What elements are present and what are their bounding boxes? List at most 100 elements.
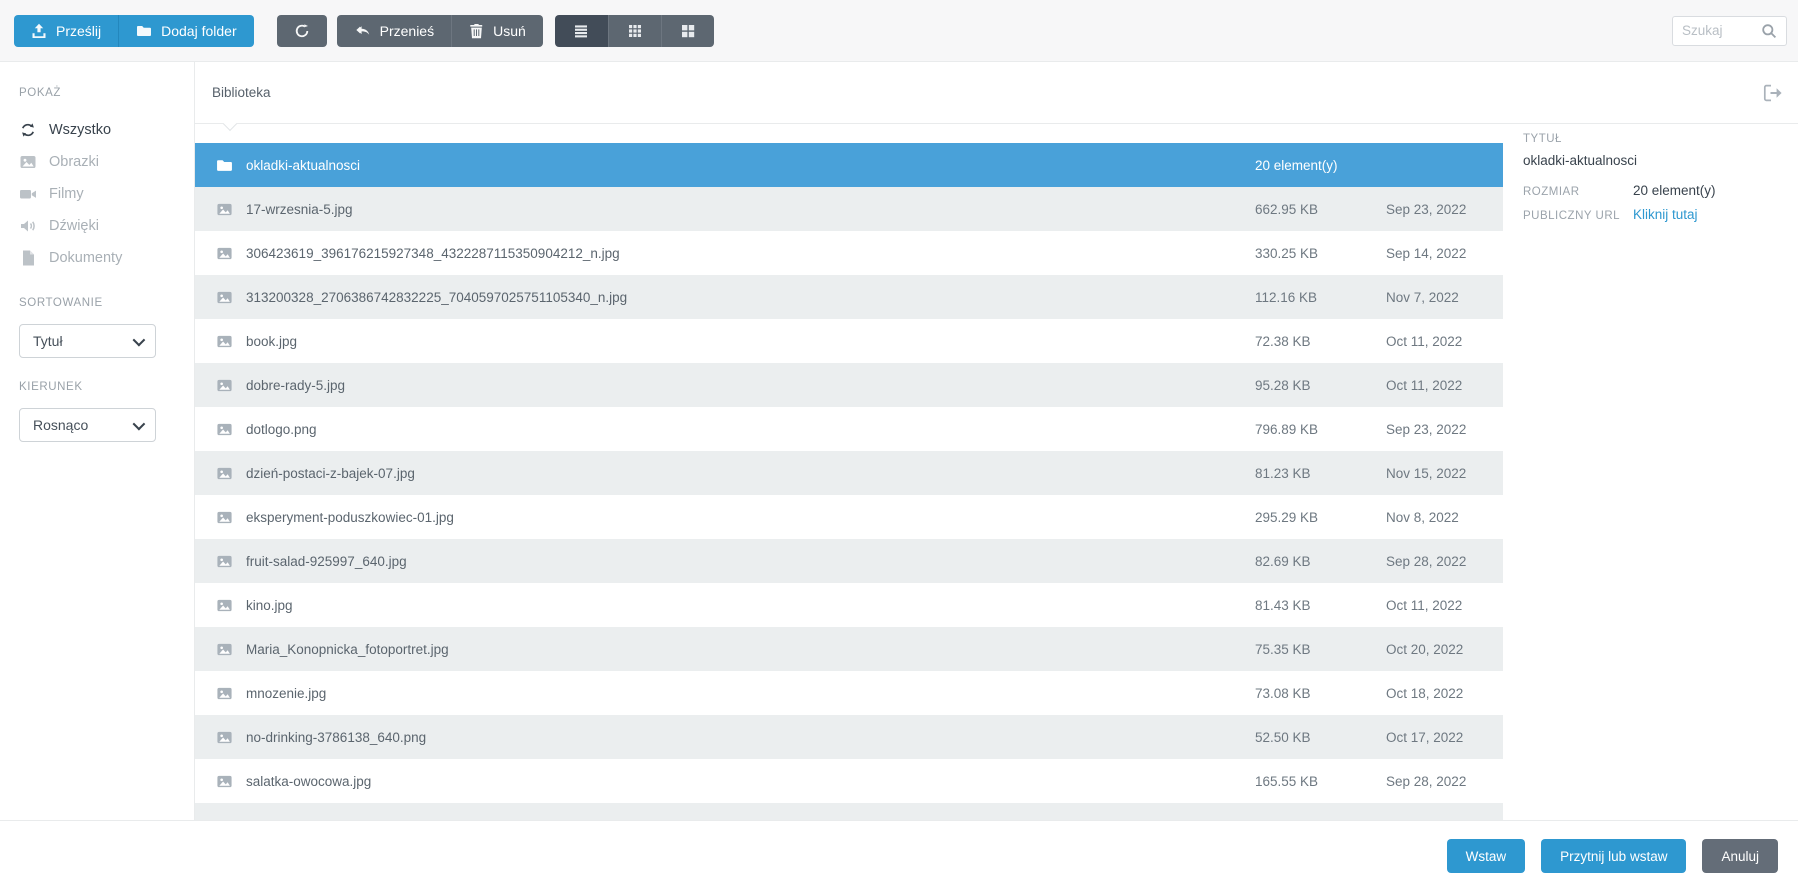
search-icon[interactable] bbox=[1761, 23, 1777, 39]
delete-button-label: Usuń bbox=[493, 23, 526, 39]
folder-icon bbox=[136, 23, 152, 39]
move-icon bbox=[354, 23, 371, 39]
refresh-button[interactable] bbox=[277, 15, 327, 47]
move-button-label: Przenieś bbox=[380, 23, 434, 39]
image-icon bbox=[216, 641, 233, 658]
sidebar-item-all[interactable]: Wszystko bbox=[19, 114, 194, 146]
file-date: Oct 18, 2022 bbox=[1386, 686, 1503, 701]
file-size: 82.69 KB bbox=[1255, 554, 1386, 569]
image-icon bbox=[216, 465, 233, 482]
sort-select-value: Tytuł bbox=[33, 333, 63, 349]
image-icon bbox=[216, 377, 233, 394]
file-row[interactable]: dotlogo.png 796.89 KB Sep 23, 2022 bbox=[195, 407, 1503, 451]
list-view-toggle[interactable] bbox=[555, 15, 608, 47]
direction-select[interactable]: Rosnąco bbox=[19, 408, 156, 442]
delete-button[interactable]: Usuń bbox=[451, 15, 543, 47]
file-name: dobre-rady-5.jpg bbox=[246, 378, 1255, 393]
footer: Wstaw Przytnij lub wstaw Anuluj bbox=[0, 820, 1798, 891]
file-name: dotlogo.png bbox=[246, 422, 1255, 437]
file-date: Oct 11, 2022 bbox=[1386, 334, 1503, 349]
file-row[interactable]: Maria_Konopnicka_fotoportret.jpg 75.35 K… bbox=[195, 627, 1503, 671]
file-size: 112.16 KB bbox=[1255, 290, 1386, 305]
sidebar-item-audio[interactable]: Dźwięki bbox=[19, 210, 194, 242]
file-name: 306423619_396176215927348_43222871153509… bbox=[246, 246, 1255, 261]
file-row[interactable]: no-drinking-3786138_640.png 52.50 KB Oct… bbox=[195, 715, 1503, 759]
sort-heading: SORTOWANIE bbox=[19, 297, 194, 309]
cancel-button[interactable]: Anuluj bbox=[1702, 839, 1778, 873]
move-button[interactable]: Przenieś bbox=[337, 15, 451, 47]
grid-large-view-toggle[interactable] bbox=[661, 15, 714, 47]
sidebar-item-videos[interactable]: Filmy bbox=[19, 178, 194, 210]
main-panel: Biblioteka okladki-aktualnosci 20 elemen… bbox=[195, 62, 1798, 820]
file-name: book.jpg bbox=[246, 334, 1255, 349]
file-size: 796.89 KB bbox=[1255, 422, 1386, 437]
upload-button[interactable]: Prześlij bbox=[14, 15, 118, 47]
file-name: Maria_Konopnicka_fotoportret.jpg bbox=[246, 642, 1255, 657]
file-row[interactable]: 306423619_396176215927348_43222871153509… bbox=[195, 231, 1503, 275]
search-box bbox=[1672, 16, 1787, 46]
file-size: 72.38 KB bbox=[1255, 334, 1386, 349]
folder-icon bbox=[216, 157, 233, 174]
file-date: Nov 8, 2022 bbox=[1386, 510, 1503, 525]
upload-button-label: Prześlij bbox=[56, 23, 101, 39]
file-row[interactable]: okladki-aktualnosci 20 element(y) bbox=[195, 143, 1503, 187]
image-icon bbox=[216, 773, 233, 790]
file-row[interactable]: mnozenie.jpg 73.08 KB Oct 18, 2022 bbox=[195, 671, 1503, 715]
details-url-label: PUBLICZNY URL bbox=[1523, 210, 1633, 222]
main-body: okladki-aktualnosci 20 element(y) 17-wrz… bbox=[195, 124, 1798, 820]
file-name: okladki-aktualnosci bbox=[246, 158, 1255, 173]
file-size: 75.35 KB bbox=[1255, 642, 1386, 657]
file-name: 17-wrzesnia-5.jpg bbox=[246, 202, 1255, 217]
file-size: 81.23 KB bbox=[1255, 466, 1386, 481]
file-list: okladki-aktualnosci 20 element(y) 17-wrz… bbox=[195, 124, 1503, 820]
add-folder-button[interactable]: Dodaj folder bbox=[118, 15, 254, 47]
sort-select[interactable]: Tytuł bbox=[19, 324, 156, 358]
file-row[interactable]: eksperyment-poduszkowiec-01.jpg 295.29 K… bbox=[195, 495, 1503, 539]
sidebar-item-images[interactable]: Obrazki bbox=[19, 146, 194, 178]
chevron-down-icon bbox=[133, 333, 146, 346]
search-input[interactable] bbox=[1682, 23, 1761, 38]
file-row[interactable]: fruit-salad-925997_640.jpg 82.69 KB Sep … bbox=[195, 539, 1503, 583]
file-size: 81.43 KB bbox=[1255, 598, 1386, 613]
insert-button[interactable]: Wstaw bbox=[1447, 839, 1526, 873]
image-icon bbox=[216, 685, 233, 702]
file-row[interactable]: dobre-rady-5.jpg 95.28 KB Oct 11, 2022 bbox=[195, 363, 1503, 407]
toolbar: Prześlij Dodaj folder Przenieś Usuń bbox=[0, 0, 1798, 62]
move-delete-group: Przenieś Usuń bbox=[337, 15, 543, 47]
file-date: Sep 23, 2022 bbox=[1386, 202, 1503, 217]
file-name: no-drinking-3786138_640.png bbox=[246, 730, 1255, 745]
file-name: dzień-postaci-z-bajek-07.jpg bbox=[246, 466, 1255, 481]
upload-button-group: Prześlij Dodaj folder bbox=[14, 15, 254, 47]
file-name: fruit-salad-925997_640.jpg bbox=[246, 554, 1255, 569]
details-url-link[interactable]: Kliknij tutaj bbox=[1633, 207, 1698, 222]
chevron-down-icon bbox=[133, 417, 146, 430]
all-icon bbox=[19, 121, 37, 139]
file-row[interactable]: salatka-owocowa.jpg 165.55 KB Sep 28, 20… bbox=[195, 759, 1503, 803]
file-size: 165.55 KB bbox=[1255, 774, 1386, 789]
audio-icon bbox=[19, 217, 37, 235]
details-panel: TYTUŁ okladki-aktualnosci ROZMIAR 20 ele… bbox=[1503, 124, 1798, 820]
grid-small-view-toggle[interactable] bbox=[608, 15, 661, 47]
file-size: 52.50 KB bbox=[1255, 730, 1386, 745]
breadcrumb[interactable]: Biblioteka bbox=[212, 85, 271, 100]
file-row[interactable]: 313200328_2706386742832225_7040597025751… bbox=[195, 275, 1503, 319]
image-icon bbox=[216, 597, 233, 614]
file-row[interactable]: kino.jpg 81.43 KB Oct 11, 2022 bbox=[195, 583, 1503, 627]
documents-icon bbox=[19, 249, 37, 267]
export-icon[interactable] bbox=[1763, 84, 1784, 102]
file-row-partial[interactable] bbox=[195, 803, 1503, 820]
sidebar-item-documents[interactable]: Dokumenty bbox=[19, 242, 194, 274]
file-date: Oct 20, 2022 bbox=[1386, 642, 1503, 657]
file-date: Nov 7, 2022 bbox=[1386, 290, 1503, 305]
image-icon bbox=[216, 729, 233, 746]
image-icon bbox=[216, 201, 233, 218]
file-date: Oct 17, 2022 bbox=[1386, 730, 1503, 745]
image-icon bbox=[216, 509, 233, 526]
file-row[interactable]: 17-wrzesnia-5.jpg 662.95 KB Sep 23, 2022 bbox=[195, 187, 1503, 231]
file-size: 330.25 KB bbox=[1255, 246, 1386, 261]
file-size: 73.08 KB bbox=[1255, 686, 1386, 701]
file-row[interactable]: book.jpg 72.38 KB Oct 11, 2022 bbox=[195, 319, 1503, 363]
file-row[interactable]: dzień-postaci-z-bajek-07.jpg 81.23 KB No… bbox=[195, 451, 1503, 495]
crop-insert-button[interactable]: Przytnij lub wstaw bbox=[1541, 839, 1686, 873]
add-folder-button-label: Dodaj folder bbox=[161, 23, 237, 39]
